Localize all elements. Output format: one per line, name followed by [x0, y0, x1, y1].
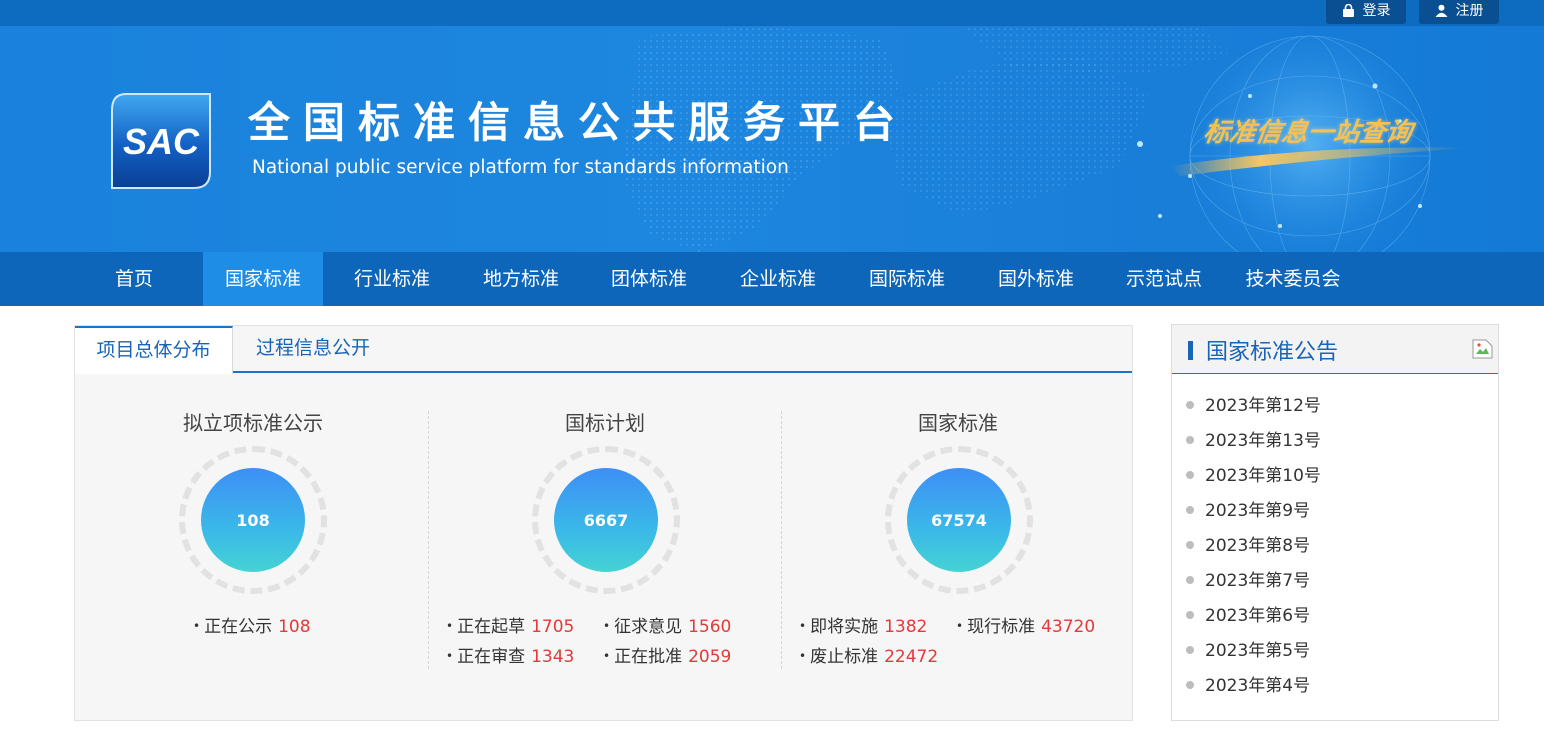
column-national-standards: 国家标准 67574 • 即将实施 1382 • 现行标准 43720 • 废止标准 224… — [783, 398, 1133, 678]
top-bar: 登录 注册 — [0, 0, 1544, 26]
nav-item-technical-committees[interactable]: 技术委员会 — [1238, 252, 1348, 306]
header-banner: SAC 全国标准信息公共服务平台 National public service… — [0, 26, 1544, 252]
bullet-icon — [1186, 471, 1194, 479]
panel-tabs: 项目总体分布 过程信息公开 — [75, 326, 1132, 374]
bullet-icon — [1186, 541, 1194, 549]
notice-item[interactable]: 2023年第4号 — [1186, 671, 1310, 696]
nav-item-national-standards[interactable]: 国家标准 — [203, 252, 323, 306]
notice-item[interactable]: 2023年第9号 — [1186, 496, 1310, 521]
stat-item[interactable]: • 征求意见 1560 — [603, 612, 731, 637]
stat-label: 即将实施 — [810, 617, 879, 637]
notice-item[interactable]: 2023年第8号 — [1186, 531, 1310, 556]
column-divider — [781, 411, 782, 669]
stat-label: 现行标准 — [967, 617, 1036, 637]
login-label: 登录 — [1362, 3, 1391, 19]
lock-icon — [1342, 3, 1355, 17]
register-label: 注册 — [1455, 3, 1484, 19]
stat-value: 22472 — [884, 647, 939, 667]
column-title: 国标计划 — [565, 411, 645, 435]
stat-item[interactable]: • 正在公示 108 — [193, 612, 311, 637]
nav-item-local-standards[interactable]: 地方标准 — [471, 252, 571, 306]
user-icon — [1435, 4, 1448, 17]
tab-process-information[interactable]: 过程信息公开 — [233, 326, 393, 373]
notice-item[interactable]: 2023年第6号 — [1186, 601, 1310, 626]
banner-slogan: 标准信息一站查询 — [1201, 118, 1414, 148]
column-proposed-projects: 拟立项标准公示 108 • 正在公示 108 — [78, 398, 428, 678]
announcements-panel: 国家标准公告 2023年第12号 2023年第13号 2023年第10号 202… — [1171, 324, 1499, 721]
notice-item[interactable]: 2023年第5号 — [1186, 636, 1310, 661]
stat-label: 正在公示 — [204, 617, 273, 637]
register-button[interactable]: 注册 — [1419, 0, 1499, 24]
nav-item-foreign-standards[interactable]: 国外标准 — [986, 252, 1086, 306]
announcements-title[interactable]: 国家标准公告 — [1206, 334, 1338, 366]
notice-item[interactable]: 2023年第7号 — [1186, 566, 1310, 591]
stat-value: 2059 — [688, 647, 732, 667]
stat-item[interactable]: • 正在审查 1343 — [446, 642, 574, 667]
bullet-icon — [1186, 436, 1194, 444]
stat-item[interactable]: • 正在批准 2059 — [603, 642, 731, 667]
stat-label: 正在审查 — [457, 647, 526, 667]
total-count-circle[interactable]: 67574 — [907, 468, 1011, 572]
bullet-icon — [1186, 611, 1194, 619]
stat-value: 1560 — [688, 617, 732, 637]
column-divider — [428, 411, 429, 669]
broken-image-icon[interactable] — [1472, 339, 1493, 359]
nav-item-pilot-demos[interactable]: 示范试点 — [1114, 252, 1214, 306]
nav-item-enterprise-standards[interactable]: 企业标准 — [728, 252, 828, 306]
main-nav: 首页 国家标准 行业标准 地方标准 团体标准 企业标准 国际标准 国外标准 示范… — [0, 252, 1544, 306]
stat-value: 1705 — [531, 617, 575, 637]
nav-item-home[interactable]: 首页 — [94, 252, 174, 306]
nav-item-group-standards[interactable]: 团体标准 — [599, 252, 699, 306]
title-accent-bar — [1188, 341, 1193, 360]
stat-item[interactable]: • 现行标准 43720 — [956, 612, 1095, 637]
notice-item[interactable]: 2023年第13号 — [1186, 426, 1321, 451]
bullet-icon — [1186, 576, 1194, 584]
stat-value: 1382 — [884, 617, 928, 637]
stat-label: 正在起草 — [457, 617, 526, 637]
sac-logo: SAC — [110, 92, 212, 190]
column-title: 国家标准 — [918, 411, 998, 435]
total-count-circle[interactable]: 108 — [201, 468, 305, 572]
tab-project-distribution[interactable]: 项目总体分布 — [75, 326, 233, 374]
notice-item[interactable]: 2023年第12号 — [1186, 391, 1321, 416]
stat-item[interactable]: • 正在起草 1705 — [446, 612, 574, 637]
bullet-icon — [1186, 506, 1194, 514]
column-title: 拟立项标准公示 — [183, 411, 323, 435]
svg-text:SAC: SAC — [123, 121, 200, 162]
stat-value: 1343 — [531, 647, 575, 667]
stat-label: 正在批准 — [614, 647, 683, 667]
site-title-cn: 全国标准信息公共服务平台 — [248, 98, 909, 147]
notice-item[interactable]: 2023年第10号 — [1186, 461, 1321, 486]
stat-item[interactable]: • 废止标准 22472 — [799, 642, 938, 667]
bullet-icon — [1186, 646, 1194, 654]
nav-item-international-standards[interactable]: 国际标准 — [857, 252, 957, 306]
bullet-icon — [1186, 401, 1194, 409]
stat-value: 108 — [278, 617, 311, 637]
nav-item-industry-standards[interactable]: 行业标准 — [342, 252, 442, 306]
site-title-en: National public service platform for sta… — [252, 157, 789, 178]
stat-label: 征求意见 — [614, 617, 683, 637]
stat-value: 43720 — [1041, 617, 1096, 637]
login-button[interactable]: 登录 — [1326, 0, 1406, 24]
column-national-plan: 国标计划 6667 • 正在起草 1705 • 征求意见 1560 • 正在审查 1343 … — [430, 398, 780, 678]
announcements-header: 国家标准公告 — [1172, 325, 1498, 374]
total-count-circle[interactable]: 6667 — [554, 468, 658, 572]
stat-item[interactable]: • 即将实施 1382 — [799, 612, 927, 637]
bullet-icon — [1186, 681, 1194, 689]
stat-label: 废止标准 — [810, 647, 879, 667]
project-distribution-panel: 项目总体分布 过程信息公开 拟立项标准公示 108 • 正在公示 108 国标计划 … — [74, 325, 1133, 721]
